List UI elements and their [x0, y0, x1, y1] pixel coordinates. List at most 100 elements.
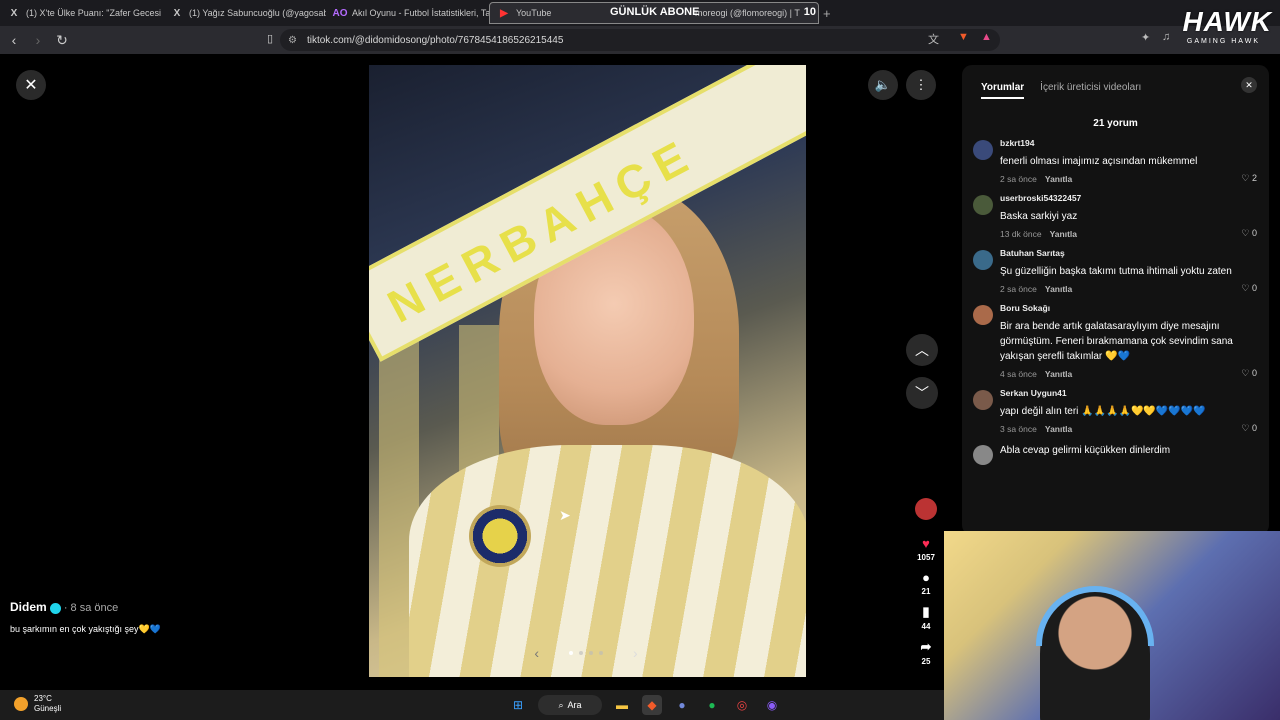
tab-yagiz-sabuncuoglu[interactable]: X (1) Yağız Sabuncuoğlu (@yagosabun: [163, 2, 326, 24]
obs-icon[interactable]: ◉: [762, 695, 782, 715]
reply-button[interactable]: Yanıtla: [1045, 424, 1072, 434]
comment-text: Bir ara bende artık galatasaraylıyım diy…: [1000, 321, 1233, 362]
comment-text: Baska sarkiyi yaz: [1000, 211, 1078, 222]
comment-like-count: 0: [1251, 228, 1257, 238]
comment-item: Serkan Uygun41 yapı değil alın teri 🙏🙏🙏🙏💛…: [962, 388, 1269, 434]
commenter-name[interactable]: Boru Sokağı: [1000, 303, 1257, 313]
comments-panel: Yorumlar İçerik üreticisi videoları ✕ 21…: [962, 65, 1269, 535]
tab-title: YouTube: [516, 8, 552, 18]
share-icon[interactable]: ➦: [921, 639, 932, 655]
commenter-avatar[interactable]: [973, 140, 993, 160]
brave-shield-icon[interactable]: ▼: [958, 31, 969, 43]
comment-like[interactable]: ♡ 0: [1241, 368, 1257, 379]
carousel-dot[interactable]: [599, 651, 603, 655]
comment-like[interactable]: ♡ 0: [1241, 283, 1257, 294]
comment-item: bzkrt194 fenerli olması imajımız açısında…: [962, 138, 1269, 184]
commenter-avatar[interactable]: [973, 195, 993, 215]
volume-button[interactable]: 🔈: [868, 70, 898, 100]
post-photo[interactable]: NERBAHÇE ➤ ‹ ›: [369, 65, 806, 677]
author-name[interactable]: Didem: [10, 600, 47, 614]
comment-text: Abla cevap gelirmi küçükken dinlerdim: [1000, 445, 1171, 456]
discord-icon[interactable]: ●: [672, 695, 692, 715]
carousel-next-icon[interactable]: ›: [633, 645, 638, 661]
verified-badge-icon: [49, 602, 61, 614]
address-field[interactable]: ⚙ tiktok.com/@didomidosong/photo/7678454…: [280, 29, 1000, 51]
brave-browser-icon[interactable]: ◆: [642, 695, 662, 715]
comment-like[interactable]: ♡ 0: [1241, 228, 1257, 239]
tab-creator-videos[interactable]: İçerik üreticisi videoları: [1040, 82, 1141, 99]
comment-time: 4 sa önce: [1000, 369, 1037, 379]
search-button[interactable]: ⌕ Ara: [538, 695, 602, 715]
more-options-button[interactable]: ⋮: [906, 70, 936, 100]
tab-youtube[interactable]: ▶ YouTube moreogi (@flomoreogi) | T GÜNL…: [489, 2, 819, 24]
taskbar-icons: ⊞ ⌕ Ara ▬ ◆ ● ● ◎ ◉: [508, 695, 782, 715]
carousel-dot[interactable]: [589, 651, 593, 655]
speaker-icon: 🔈: [874, 77, 892, 92]
reply-button[interactable]: Yanıtla: [1045, 369, 1072, 379]
carousel-prev-icon[interactable]: ‹: [534, 645, 539, 661]
comment-meta: 2 sa önce Yanıtla: [1000, 174, 1257, 184]
headset-shape: [1036, 586, 1154, 646]
commenter-avatar[interactable]: [973, 445, 993, 465]
close-viewer-button[interactable]: ✕: [16, 70, 46, 100]
reply-button[interactable]: Yanıtla: [1045, 174, 1072, 184]
carousel-dot[interactable]: [579, 651, 583, 655]
comment-item: userbroski54322457 Baska sarkiyi yaz 13 dk…: [962, 193, 1269, 239]
address-toolbar: ‹ › ↻ ▯ ⚙ tiktok.com/@didomidosong/photo…: [0, 26, 1280, 54]
comment-count: 21: [921, 587, 931, 596]
tab-x-ulke-puani[interactable]: X (1) X'te Ülke Puanı: "Zafer Gecesi Fen: [0, 2, 163, 24]
commenter-avatar[interactable]: [973, 250, 993, 270]
comment-meta: 13 dk önce Yanıtla: [1000, 229, 1257, 239]
like-count: 1057: [917, 553, 935, 562]
tab-title: Akıl Oyunu - Futbol İstatistikleri, Tahn: [352, 8, 489, 18]
new-tab-button[interactable]: +: [823, 6, 831, 21]
back-icon[interactable]: ‹: [4, 32, 24, 48]
comment-like[interactable]: ♡ 0: [1241, 423, 1257, 434]
comment-item: Boru Sokağı Bir ara bende artık galatasar…: [962, 303, 1269, 379]
app-icon[interactable]: ◎: [732, 695, 752, 715]
reload-icon[interactable]: ↻: [52, 32, 72, 49]
heart-outline-icon: ♡: [1241, 283, 1250, 293]
commenter-avatar[interactable]: [973, 305, 993, 325]
media-icon[interactable]: ♫: [1162, 31, 1170, 43]
translate-icon[interactable]: 文: [928, 31, 939, 47]
comment-time: 2 sa önce: [1000, 174, 1037, 184]
reply-button[interactable]: Yanıtla: [1045, 284, 1072, 294]
comment-item: Batuhan Sarıtaş Şu güzelliğin başka takım…: [962, 248, 1269, 294]
next-post-button[interactable]: ﹀: [906, 377, 938, 409]
x-logo-icon: X: [173, 7, 181, 19]
windows-start-icon[interactable]: ⊞: [508, 695, 528, 715]
youtube-icon: ▶: [500, 7, 508, 19]
author-avatar[interactable]: [915, 498, 937, 520]
bookmark-icon[interactable]: ▮: [922, 604, 929, 620]
brave-rewards-icon[interactable]: ▲: [981, 31, 992, 43]
comment-like[interactable]: ♡ 2: [1241, 173, 1257, 184]
reply-button[interactable]: Yanıtla: [1050, 229, 1077, 239]
comment-meta: 3 sa önce Yanıtla: [1000, 424, 1257, 434]
comment-like-count: 0: [1251, 368, 1257, 378]
commenter-name[interactable]: userbroski54322457: [1000, 193, 1257, 203]
commenter-name[interactable]: bzkrt194: [1000, 138, 1257, 148]
bookmark-icon[interactable]: ▯: [260, 32, 280, 45]
commenter-avatar[interactable]: [973, 390, 993, 410]
akil-oyunu-icon: AO: [332, 7, 348, 19]
tab-comments[interactable]: Yorumlar: [981, 82, 1025, 99]
extensions-icon[interactable]: ✦: [1141, 31, 1150, 44]
carousel-dot[interactable]: [569, 651, 573, 655]
tab-akil-oyunu[interactable]: AO Akıl Oyunu - Futbol İstatistikleri, T…: [326, 2, 490, 24]
close-panel-button[interactable]: ✕: [1241, 77, 1257, 93]
heart-icon[interactable]: ♥: [922, 536, 930, 551]
weather-widget[interactable]: 23°C Güneşli: [14, 694, 61, 714]
spotify-icon[interactable]: ●: [702, 695, 722, 715]
comment-time: 13 dk önce: [1000, 229, 1042, 239]
site-settings-icon[interactable]: ⚙: [288, 35, 297, 46]
chevron-down-icon: ﹀: [915, 385, 929, 401]
file-explorer-icon[interactable]: ▬: [612, 695, 632, 715]
forward-icon[interactable]: ›: [28, 32, 48, 48]
previous-post-button[interactable]: ︿: [906, 334, 938, 366]
commenter-name[interactable]: Batuhan Sarıtaş: [1000, 248, 1257, 258]
jersey-shape: [409, 445, 806, 677]
commenter-name[interactable]: Serkan Uygun41: [1000, 388, 1257, 398]
comment-icon[interactable]: ●: [922, 570, 930, 585]
chevron-up-icon: ︿: [915, 342, 929, 358]
